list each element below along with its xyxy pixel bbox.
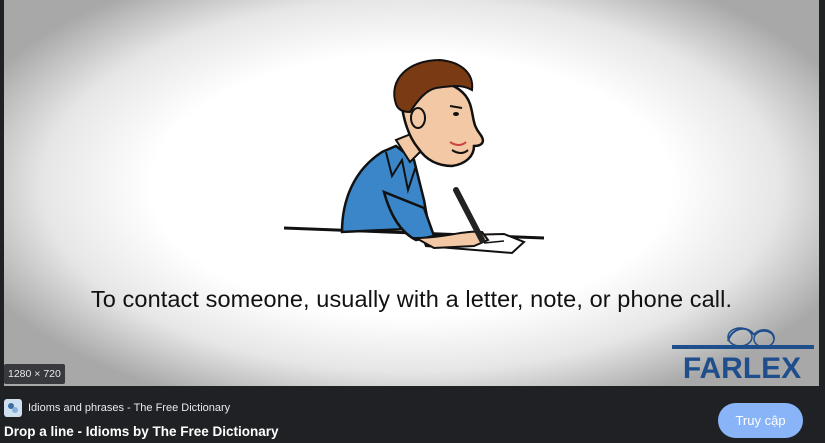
image-preview[interactable]: To contact someone, usually with a lette… xyxy=(4,0,819,386)
visit-button[interactable]: Truy cập xyxy=(718,403,803,438)
video-caption: To contact someone, usually with a lette… xyxy=(90,286,733,312)
source-name: Idioms and phrases - The Free Dictionary xyxy=(28,402,231,414)
image-dimensions-badge: 1280 × 720 xyxy=(4,364,65,384)
result-title-link[interactable]: Drop a line - Idioms by The Free Diction… xyxy=(4,424,279,439)
dictionary-icon xyxy=(4,399,22,417)
farlex-logo-text: FARLEX xyxy=(683,352,801,381)
farlex-logo: FARLEX xyxy=(672,327,814,381)
source-link[interactable]: Idioms and phrases - The Free Dictionary xyxy=(4,398,230,418)
